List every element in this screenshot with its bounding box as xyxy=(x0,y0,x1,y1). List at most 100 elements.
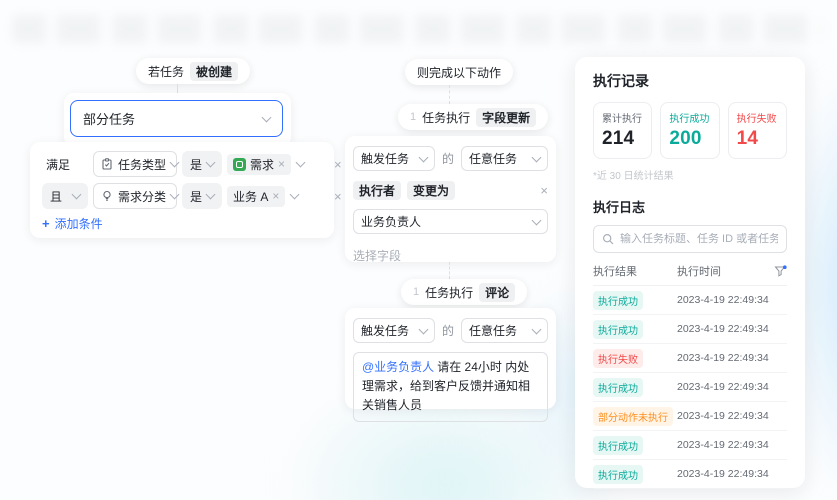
log-time: 2023-4-19 22:49:34 xyxy=(677,439,769,451)
condition-row: 且 需求分类 是 业务 A × × xyxy=(42,183,342,209)
stat-total-executions: 累计执行 214 xyxy=(593,102,653,159)
action-2-pill[interactable]: 1 任务执行 评论 xyxy=(401,279,528,305)
stat-value: 200 xyxy=(669,128,702,149)
condition-operator-select[interactable]: 是 xyxy=(182,151,222,177)
log-search-box[interactable] xyxy=(593,225,787,253)
chevron-down-icon xyxy=(531,324,542,334)
log-search-input[interactable] xyxy=(620,233,778,245)
log-rows: 执行成功 2023-4-19 22:49:34 执行成功 2023-4-19 22:4… xyxy=(593,286,787,489)
condition-value-tag[interactable]: 业务 A × xyxy=(227,185,286,207)
condition-field-value: 任务类型 xyxy=(118,157,167,172)
assignee-value: 业务负责人 xyxy=(361,215,422,229)
stat-success-executions: 执行成功 200 xyxy=(660,102,720,159)
remove-tag-icon[interactable]: × xyxy=(278,158,285,170)
condition-value-text: 业务 A xyxy=(233,189,269,204)
log-section-title: 执行日志 xyxy=(593,200,646,215)
action-1-card: 触发任务 的 任意任务 执行者 变更为 × 业务负责人 选择字段 xyxy=(345,136,556,264)
condition-field-value: 需求分类 xyxy=(118,189,167,204)
comment-textbox[interactable]: @业务负责人 请在 24小时 内处理需求，给到客户反馈并通知相关销售人员 xyxy=(353,352,548,422)
chevron-down-icon xyxy=(418,152,429,162)
log-time: 2023-4-19 22:49:34 xyxy=(677,323,769,335)
action-type-label: 任务执行 xyxy=(422,110,471,125)
trigger-pill[interactable]: 若任务 被创建 xyxy=(136,58,251,84)
action-index: 1 xyxy=(410,111,417,123)
condition-value-select[interactable]: 业务 A × xyxy=(227,185,325,207)
stats-row: 累计执行 214 执行成功 200 执行失败 14 xyxy=(593,102,787,159)
task-scope-select[interactable]: 部分任务 xyxy=(70,100,283,137)
condition-field-select[interactable]: 需求分类 xyxy=(93,183,180,209)
trigger-task-select[interactable]: 触发任务 xyxy=(353,318,435,343)
panel-title: 执行记录 xyxy=(593,73,649,89)
condition-value-tag[interactable]: 需求 × xyxy=(227,153,292,175)
log-status-cell: 执行成功 xyxy=(593,464,677,484)
condition-value-select[interactable]: 需求 × xyxy=(227,153,325,175)
status-badge: 执行成功 xyxy=(593,377,643,397)
condition-row: 满足 任务类型 是 需求 × × xyxy=(42,151,342,177)
stats-footnote: *近 30 日统计结果 xyxy=(593,171,674,182)
of-label: 的 xyxy=(442,324,455,338)
actions-header-label: 则完成以下动作 xyxy=(417,65,502,80)
stat-label: 执行失败 xyxy=(736,114,777,125)
condition-join-value: 且 xyxy=(50,189,63,204)
action-1-pill[interactable]: 1 任务执行 字段更新 xyxy=(398,104,549,130)
select-field-placeholder[interactable]: 选择字段 xyxy=(353,247,548,264)
filter-funnel-icon[interactable] xyxy=(774,264,787,278)
action-kind-badge: 评论 xyxy=(479,282,516,302)
any-task-select[interactable]: 任意任务 xyxy=(461,146,548,171)
delete-condition-icon[interactable]: × xyxy=(334,157,342,172)
status-badge: 执行失败 xyxy=(593,348,643,368)
log-status-cell: 执行成功 xyxy=(593,290,677,310)
connector-line xyxy=(449,262,450,279)
log-time: 2023-4-19 22:49:34 xyxy=(677,410,769,422)
task-scope-value: 部分任务 xyxy=(83,112,136,127)
any-task-select[interactable]: 任意任务 xyxy=(461,318,548,343)
condition-value-text: 需求 xyxy=(250,157,275,172)
automation-builder-screen: 若任务 被创建 部分任务 满足 任务类型 是 需求 × × 且 需求分类 是 业… xyxy=(0,0,837,500)
log-row[interactable]: 执行成功 2023-4-19 22:49:34 xyxy=(593,286,787,315)
log-row[interactable]: 部分动作未执行 2023-4-19 22:49:34 xyxy=(593,402,787,431)
status-badge: 执行成功 xyxy=(593,464,643,484)
status-badge: 执行成功 xyxy=(593,319,643,339)
chevron-down-icon xyxy=(205,157,216,168)
status-badge: 执行成功 xyxy=(593,290,643,310)
trigger-label: 若任务 xyxy=(148,64,185,79)
of-label: 的 xyxy=(442,152,455,166)
log-row[interactable]: 执行失败 2023-4-19 22:49:34 xyxy=(593,344,787,373)
chevron-down-icon xyxy=(261,112,272,122)
status-badge: 执行成功 xyxy=(593,435,643,455)
header-result: 执行结果 xyxy=(593,266,637,278)
stat-label: 执行成功 xyxy=(669,114,710,125)
delete-condition-icon[interactable]: × xyxy=(334,189,342,204)
condition-join-label: 满足 xyxy=(46,157,71,172)
log-time: 2023-4-19 22:49:34 xyxy=(677,294,769,306)
stat-failed-executions: 执行失败 14 xyxy=(727,102,787,159)
chevron-down-icon xyxy=(205,189,216,200)
clipboard-check-icon xyxy=(102,158,112,170)
chevron-down-icon xyxy=(169,189,180,200)
mention-link[interactable]: @业务负责人 xyxy=(362,360,434,374)
condition-field-select[interactable]: 任务类型 xyxy=(93,151,180,177)
actions-header-pill: 则完成以下动作 xyxy=(405,59,514,85)
connector-line xyxy=(449,85,450,104)
log-time: 2023-4-19 22:49:34 xyxy=(677,352,769,364)
log-row[interactable]: 执行成功 2023-4-19 22:49:34 xyxy=(593,315,787,344)
trigger-task-select[interactable]: 触发任务 xyxy=(353,146,435,171)
trigger-event-badge: 被创建 xyxy=(190,61,239,81)
condition-join-select[interactable]: 且 xyxy=(42,183,88,209)
condition-operator-select[interactable]: 是 xyxy=(182,183,222,209)
stat-value: 214 xyxy=(602,128,635,149)
lightbulb-icon xyxy=(103,190,111,201)
chevron-down-icon xyxy=(71,189,82,200)
log-row[interactable]: 执行成功 2023-4-19 22:49:34 xyxy=(593,460,787,489)
assignee-select[interactable]: 业务负责人 xyxy=(353,209,548,234)
log-row[interactable]: 执行成功 2023-4-19 22:49:34 xyxy=(593,373,787,402)
add-condition-button[interactable]: + 添加条件 xyxy=(42,215,322,232)
log-status-cell: 执行成功 xyxy=(593,435,677,455)
trigger-task-value: 触发任务 xyxy=(361,324,410,338)
log-row[interactable]: 执行成功 2023-4-19 22:49:34 xyxy=(593,431,787,460)
header-time: 执行时间 xyxy=(677,266,721,278)
trigger-task-value: 触发任务 xyxy=(361,152,410,166)
execution-records-panel: 执行记录 累计执行 214 执行成功 200 执行失败 14 *近 30 日统计… xyxy=(575,57,805,489)
remove-tag-icon[interactable]: × xyxy=(272,190,279,202)
remove-field-update-icon[interactable]: × xyxy=(540,183,548,198)
